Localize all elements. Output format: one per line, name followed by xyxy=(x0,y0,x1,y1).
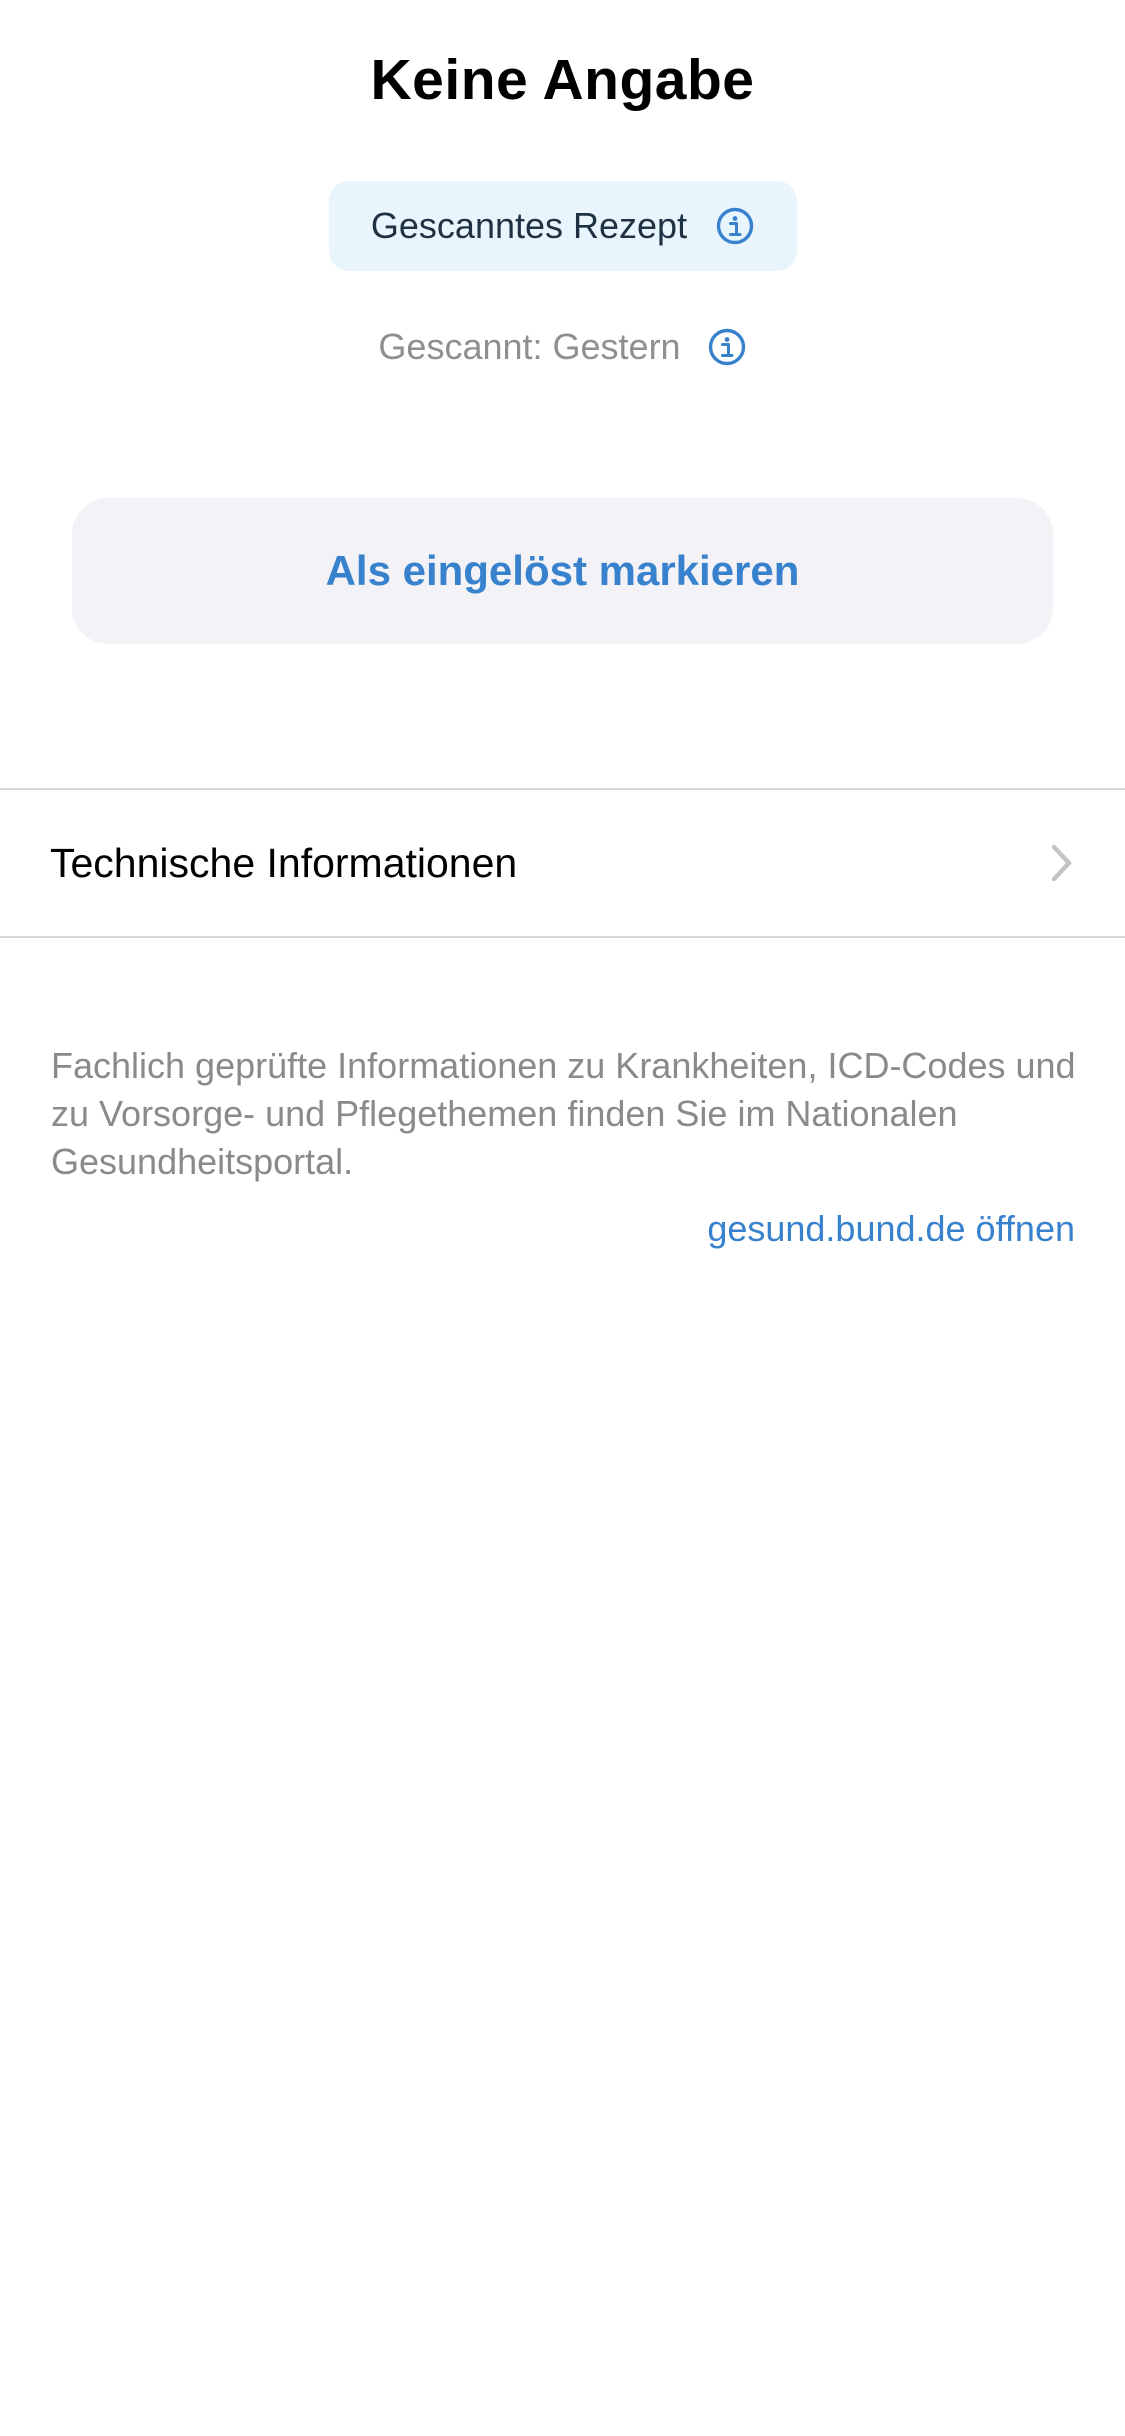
technical-info-label: Technische Informationen xyxy=(50,840,518,886)
chevron-right-icon xyxy=(1049,842,1075,884)
info-circle-icon[interactable] xyxy=(715,206,755,246)
scan-date-label: Gescannt: Gestern xyxy=(378,326,681,367)
scanned-prescription-badge[interactable]: Gescanntes Rezept xyxy=(329,181,797,271)
badge-label: Gescanntes Rezept xyxy=(370,205,688,246)
health-portal-link[interactable]: gesund.bund.de öffnen xyxy=(707,1205,1075,1253)
health-portal-info-text: Fachlich geprüfte Informationen zu Krank… xyxy=(51,1045,1076,1182)
mark-redeemed-button[interactable]: Als eingelöst markieren xyxy=(72,498,1053,644)
divider xyxy=(0,936,1125,938)
info-circle-icon[interactable] xyxy=(707,327,747,367)
technical-info-row[interactable]: Technische Informationen xyxy=(0,790,1125,936)
page-title: Keine Angabe xyxy=(370,48,755,112)
scan-date-row: Gescannt: Gestern xyxy=(0,322,1125,372)
